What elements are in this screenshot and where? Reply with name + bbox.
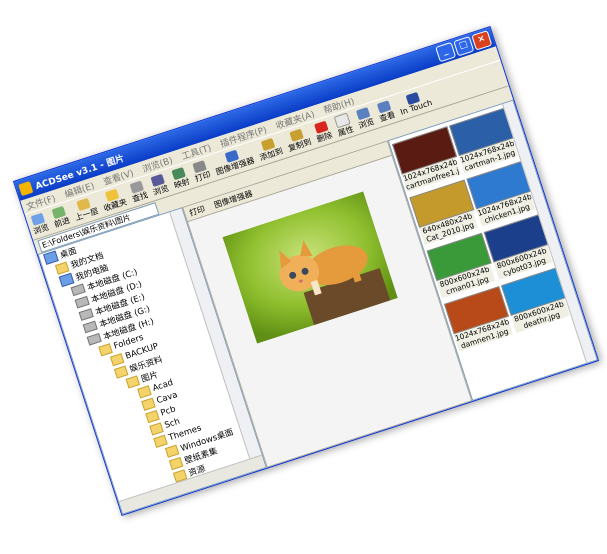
folder-open-icon bbox=[180, 493, 196, 507]
print-button[interactable]: 打印 bbox=[188, 203, 207, 218]
thumbnail[interactable]: 800x600x24b cman01.jpg bbox=[426, 232, 496, 299]
tool-favorites[interactable]: 收藏夹 bbox=[99, 186, 128, 213]
app-icon bbox=[18, 180, 34, 197]
tool-delete[interactable]: 删除 bbox=[312, 120, 334, 145]
tool-forward[interactable]: 前进 bbox=[50, 205, 72, 230]
tool-browse[interactable]: 浏览 bbox=[29, 212, 51, 237]
thumbnail[interactable]: 640x480x24b Cat_2010.jpg bbox=[409, 179, 479, 246]
tree-item-label: 桌面 bbox=[199, 500, 219, 515]
thumbnail[interactable]: 1024x768x24b cartmanfree1.jpg bbox=[392, 126, 461, 192]
tool-find[interactable]: 查找 bbox=[128, 179, 150, 204]
tool-print[interactable]: 打印 bbox=[190, 159, 212, 184]
thumbnail[interactable]: 1024x768x24b damnen1.jpg bbox=[443, 286, 513, 352]
tool-properties[interactable]: 属性 bbox=[333, 112, 355, 139]
tool-copy-to[interactable]: 复制到 bbox=[283, 126, 312, 153]
tool-view-2[interactable]: 查看 bbox=[375, 99, 397, 124]
tool-add-to[interactable]: 添加到 bbox=[255, 136, 284, 163]
tool-map[interactable]: 映射 bbox=[169, 166, 191, 191]
tool-view[interactable]: 浏览 bbox=[148, 173, 170, 198]
folder-icon bbox=[184, 505, 200, 515]
tool-browse-2[interactable]: 浏览 bbox=[354, 106, 376, 131]
kitten-photo bbox=[222, 191, 398, 344]
acdsee-window: ACDSee v3.1 - 图片 _ □ × 文件(F) 编辑(E) 查看(V)… bbox=[12, 26, 600, 516]
tool-up[interactable]: 上一层 bbox=[70, 196, 99, 223]
